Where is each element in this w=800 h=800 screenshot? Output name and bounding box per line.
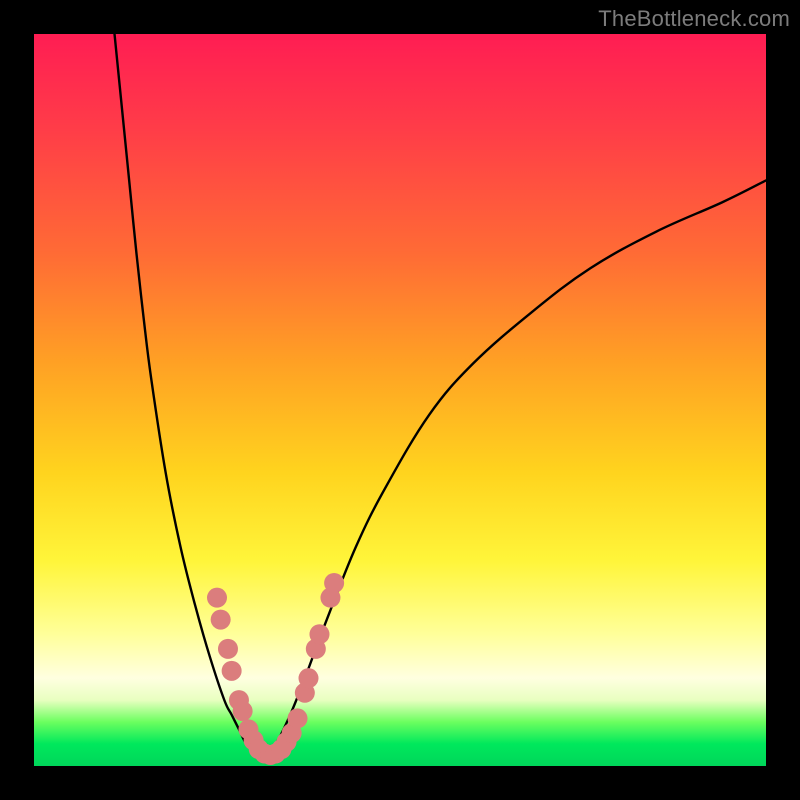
curve-layer [115, 34, 766, 759]
watermark-text: TheBottleneck.com [598, 6, 790, 32]
data-point [222, 661, 242, 681]
data-point [324, 573, 344, 593]
data-point [211, 610, 231, 630]
dots-layer [207, 573, 344, 765]
chart-frame: TheBottleneck.com [0, 0, 800, 800]
data-point [309, 624, 329, 644]
data-point [207, 588, 227, 608]
data-point [288, 708, 308, 728]
data-point [233, 701, 253, 721]
plot-area [34, 34, 766, 766]
data-point [299, 668, 319, 688]
curve-right-branch [261, 180, 766, 758]
data-point [218, 639, 238, 659]
curve-left-branch [115, 34, 261, 759]
chart-svg [34, 34, 766, 766]
